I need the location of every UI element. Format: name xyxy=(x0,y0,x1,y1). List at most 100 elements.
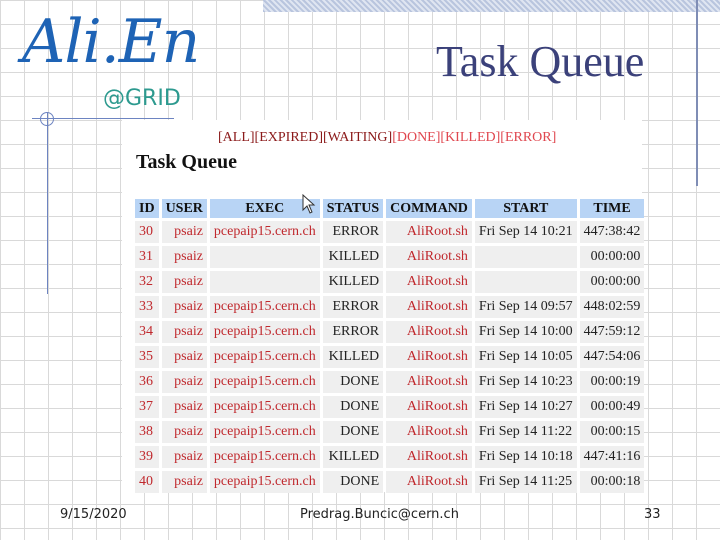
cell-id[interactable]: 35 xyxy=(135,346,159,368)
filter-link-expired[interactable]: [EXPIRED] xyxy=(255,130,323,145)
cell-status: ERROR xyxy=(322,321,384,343)
table-row: 32 psaiz KILLED AliRoot.sh 00:00:00 xyxy=(135,271,645,293)
table-row: 39 psaiz pcepaip15.cern.ch KILLED AliRoot.sh… xyxy=(135,446,645,468)
cell-time: 448:02:59 xyxy=(579,296,645,318)
cell-exec[interactable]: pcepaip15.cern.ch xyxy=(209,421,320,443)
table-row: 35 psaiz pcepaip15.cern.ch KILLED AliRoot.sh… xyxy=(135,346,645,368)
mouse-cursor-icon xyxy=(302,194,316,214)
cell-start xyxy=(474,246,577,268)
column-header-id[interactable]: ID xyxy=(135,199,159,218)
cell-status: ERROR xyxy=(322,221,384,243)
cell-exec[interactable]: pcepaip15.cern.ch xyxy=(209,471,320,493)
cell-user[interactable]: psaiz xyxy=(161,221,207,243)
table-row: 33 psaiz pcepaip15.cern.ch ERROR AliRoot.sh F… xyxy=(135,296,645,318)
cell-status: DONE xyxy=(322,396,384,418)
cell-id[interactable]: 32 xyxy=(135,271,159,293)
cell-start: Fri Sep 14 11:22 xyxy=(474,421,577,443)
cell-user[interactable]: psaiz xyxy=(161,446,207,468)
cell-command[interactable]: AliRoot.sh xyxy=(386,296,472,318)
cell-time: 00:00:15 xyxy=(579,421,645,443)
table-row: 34 psaiz pcepaip15.cern.ch ERROR AliRoot.sh F… xyxy=(135,321,645,343)
alien-logo: Ali.En xyxy=(22,7,200,77)
cell-exec[interactable]: pcepaip15.cern.ch xyxy=(209,396,320,418)
cell-command[interactable]: AliRoot.sh xyxy=(386,246,472,268)
cell-command[interactable]: AliRoot.sh xyxy=(386,396,472,418)
cell-status: KILLED xyxy=(322,246,384,268)
table-row: 37 psaiz pcepaip15.cern.ch DONE AliRoot.sh Fr… xyxy=(135,396,645,418)
cell-command[interactable]: AliRoot.sh xyxy=(386,271,472,293)
cell-user[interactable]: psaiz xyxy=(161,296,207,318)
cell-start: Fri Sep 14 10:00 xyxy=(474,321,577,343)
cell-exec[interactable]: pcepaip15.cern.ch xyxy=(209,371,320,393)
cell-exec[interactable]: pcepaip15.cern.ch xyxy=(209,446,320,468)
cell-user[interactable]: psaiz xyxy=(161,271,207,293)
decorative-circle-icon xyxy=(40,112,54,126)
cell-exec[interactable]: pcepaip15.cern.ch xyxy=(209,221,320,243)
table-header-row: ID USER EXEC STATUS COMMAND START TIME xyxy=(135,199,645,218)
cell-id[interactable]: 34 xyxy=(135,321,159,343)
table-row: 40 psaiz pcepaip15.cern.ch DONE AliRoot.sh Fr… xyxy=(135,471,645,493)
status-filter-links: [ALL][EXPIRED][WAITING][DONE][KILLED][ER… xyxy=(218,130,556,146)
cell-command[interactable]: AliRoot.sh xyxy=(386,471,472,493)
cell-status: DONE xyxy=(322,471,384,493)
cell-user[interactable]: psaiz xyxy=(161,346,207,368)
cell-id[interactable]: 39 xyxy=(135,446,159,468)
cell-start: Fri Sep 14 09:57 xyxy=(474,296,577,318)
cell-user[interactable]: psaiz xyxy=(161,246,207,268)
cell-user[interactable]: psaiz xyxy=(161,371,207,393)
decorative-top-band xyxy=(263,0,720,12)
cell-start: Fri Sep 14 10:21 xyxy=(474,221,577,243)
cell-time: 447:38:42 xyxy=(579,221,645,243)
cell-status: KILLED xyxy=(322,271,384,293)
filter-link-done[interactable]: [DONE] xyxy=(392,130,440,145)
cell-id[interactable]: 38 xyxy=(135,421,159,443)
cell-exec[interactable] xyxy=(209,271,320,293)
column-header-user[interactable]: USER xyxy=(161,199,207,218)
decorative-vertical-line-right xyxy=(696,0,698,186)
filter-link-all[interactable]: [ALL] xyxy=(218,130,255,145)
table-row: 38 psaiz pcepaip15.cern.ch DONE AliRoot.sh Fr… xyxy=(135,421,645,443)
cell-command[interactable]: AliRoot.sh xyxy=(386,421,472,443)
cell-status: KILLED xyxy=(322,346,384,368)
cell-exec[interactable]: pcepaip15.cern.ch xyxy=(209,296,320,318)
cell-status: DONE xyxy=(322,421,384,443)
cell-exec[interactable]: pcepaip15.cern.ch xyxy=(209,321,320,343)
cell-time: 00:00:19 xyxy=(579,371,645,393)
filter-link-killed[interactable]: [KILLED] xyxy=(440,130,500,145)
table-row: 31 psaiz KILLED AliRoot.sh 00:00:00 xyxy=(135,246,645,268)
cell-exec[interactable] xyxy=(209,246,320,268)
column-header-status[interactable]: STATUS xyxy=(322,199,384,218)
cell-user[interactable]: psaiz xyxy=(161,421,207,443)
cell-time: 00:00:00 xyxy=(579,271,645,293)
column-header-command[interactable]: COMMAND xyxy=(386,199,472,218)
cell-id[interactable]: 30 xyxy=(135,221,159,243)
cell-status: KILLED xyxy=(322,446,384,468)
cell-start: Fri Sep 14 10:18 xyxy=(474,446,577,468)
cell-time: 447:54:06 xyxy=(579,346,645,368)
filter-link-waiting[interactable]: [WAITING] xyxy=(323,130,392,145)
cell-id[interactable]: 31 xyxy=(135,246,159,268)
cell-id[interactable]: 33 xyxy=(135,296,159,318)
cell-user[interactable]: psaiz xyxy=(161,396,207,418)
column-header-start[interactable]: START xyxy=(474,199,577,218)
cell-start: Fri Sep 14 10:23 xyxy=(474,371,577,393)
filter-link-error[interactable]: [ERROR] xyxy=(500,130,556,145)
cell-user[interactable]: psaiz xyxy=(161,471,207,493)
cell-user[interactable]: psaiz xyxy=(161,321,207,343)
cell-id[interactable]: 37 xyxy=(135,396,159,418)
cell-command[interactable]: AliRoot.sh xyxy=(386,446,472,468)
cell-command[interactable]: AliRoot.sh xyxy=(386,321,472,343)
task-queue-table: ID USER EXEC STATUS COMMAND START TIME 3… xyxy=(132,196,647,496)
cell-command[interactable]: AliRoot.sh xyxy=(386,221,472,243)
cell-command[interactable]: AliRoot.sh xyxy=(386,371,472,393)
table-row: 36 psaiz pcepaip15.cern.ch DONE AliRoot.sh Fr… xyxy=(135,371,645,393)
cell-exec[interactable]: pcepaip15.cern.ch xyxy=(209,346,320,368)
footer-email: Predrag.Buncic@cern.ch xyxy=(300,507,459,522)
cell-id[interactable]: 40 xyxy=(135,471,159,493)
column-header-time[interactable]: TIME xyxy=(579,199,645,218)
cell-time: 00:00:00 xyxy=(579,246,645,268)
cell-command[interactable]: AliRoot.sh xyxy=(386,346,472,368)
cell-time: 447:59:12 xyxy=(579,321,645,343)
cell-id[interactable]: 36 xyxy=(135,371,159,393)
footer-date: 9/15/2020 xyxy=(60,507,127,522)
